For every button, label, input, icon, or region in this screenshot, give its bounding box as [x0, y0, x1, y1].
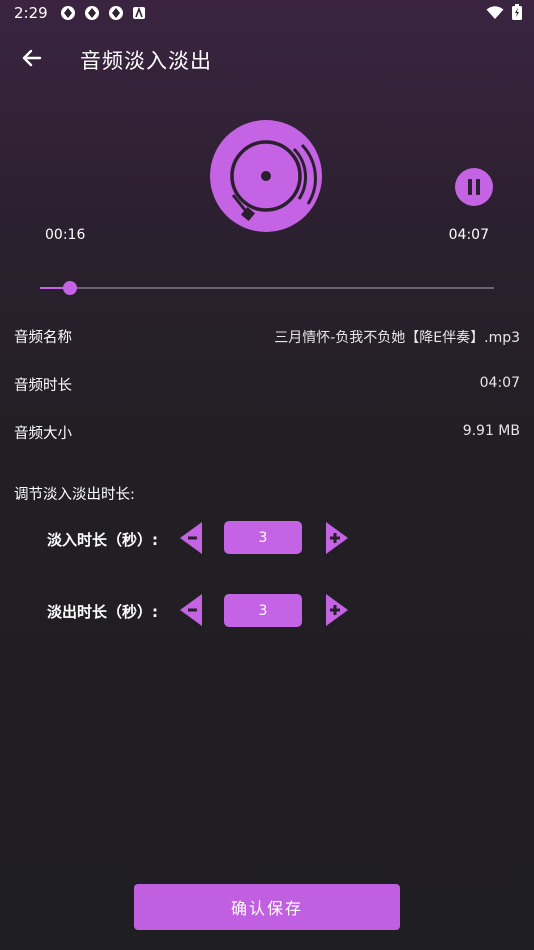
fade-in-label: 淡入时长（秒）:	[47, 531, 158, 549]
app-notification-icon	[108, 5, 124, 21]
app-notification-icon	[60, 5, 76, 21]
audio-name-value: 三月情怀-负我不负她【降E伴奏】.mp3	[274, 330, 520, 346]
back-arrow-icon[interactable]	[18, 44, 46, 72]
seek-track[interactable]	[40, 287, 494, 289]
status-time: 2:29	[14, 4, 48, 22]
fade-out-label: 淡出时长（秒）:	[47, 603, 158, 621]
pause-bar-right	[476, 179, 480, 195]
fade-out-decrease-button[interactable]	[178, 592, 204, 628]
fade-in-decrease-button[interactable]	[178, 520, 204, 556]
page-title: 音频淡入淡出	[80, 49, 212, 73]
pause-button[interactable]	[455, 168, 493, 206]
audio-size-label: 音频大小	[14, 426, 72, 442]
fade-in-value-field[interactable]: 3	[224, 521, 302, 554]
vinyl-disc-icon	[209, 119, 323, 233]
fade-out-increase-button[interactable]	[324, 592, 350, 628]
status-notification-icons	[60, 5, 148, 21]
audio-size-value: 9.91 MB	[462, 423, 520, 439]
seek-thumb[interactable]	[63, 281, 77, 295]
battery-icon	[512, 4, 522, 24]
app-notification-icon	[84, 5, 100, 21]
current-time: 00:16	[45, 227, 86, 243]
fade-out-value-field[interactable]: 3	[224, 594, 302, 627]
total-time: 04:07	[448, 227, 489, 243]
fade-in-increase-button[interactable]	[324, 520, 350, 556]
app-badge-icon	[132, 5, 148, 21]
confirm-save-button[interactable]: 确认保存	[134, 884, 400, 930]
status-system-icons	[486, 4, 522, 24]
adjust-section-title: 调节淡入淡出时长:	[14, 487, 135, 503]
audio-duration-value: 04:07	[479, 375, 520, 391]
pause-bar-left	[468, 179, 472, 195]
audio-duration-label: 音频时长	[14, 378, 72, 394]
audio-name-label: 音频名称	[14, 330, 72, 346]
wifi-icon	[486, 5, 504, 24]
